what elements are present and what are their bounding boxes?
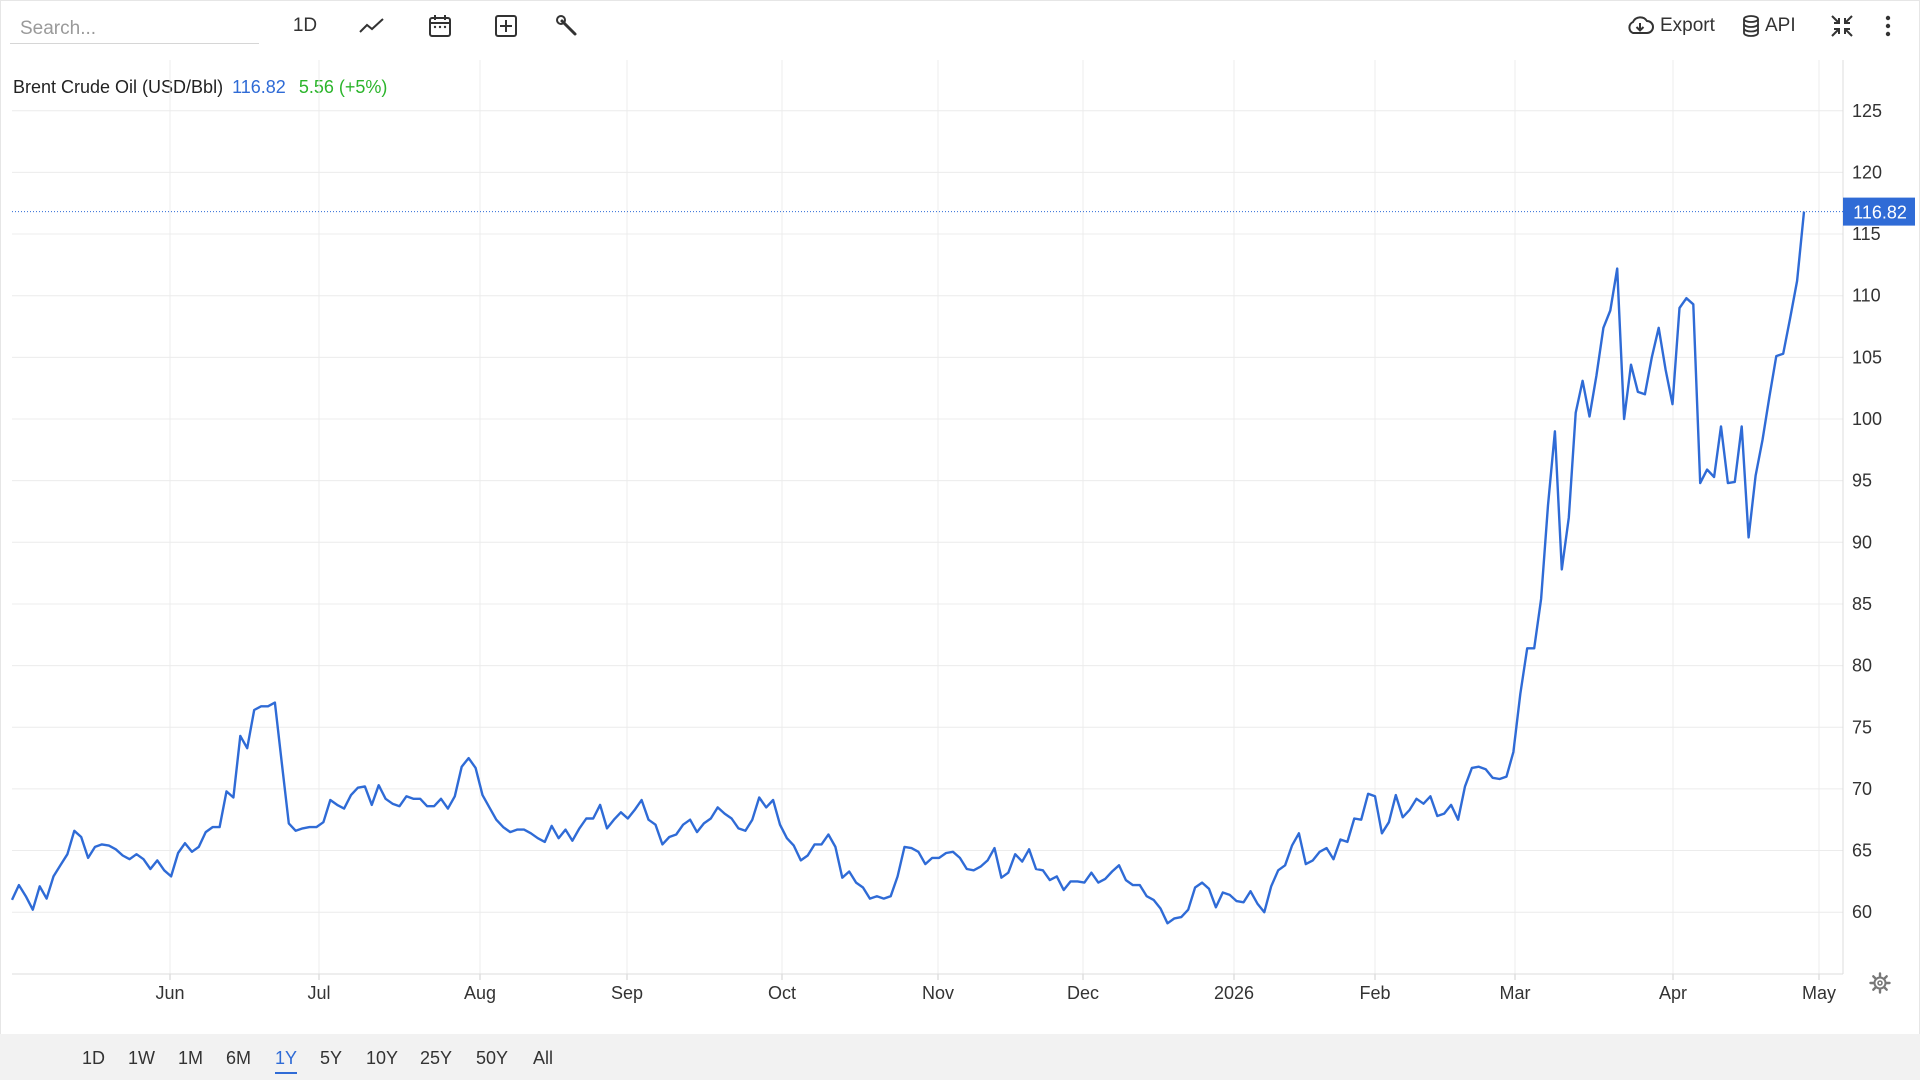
x-tick-label: Oct (768, 983, 796, 1003)
x-tick-label: Nov (922, 983, 954, 1003)
range-button-1w[interactable]: 1W (128, 1044, 155, 1072)
range-button-all[interactable]: All (533, 1044, 553, 1072)
y-tick-label: 105 (1852, 347, 1882, 367)
range-button-1m[interactable]: 1M (178, 1044, 203, 1072)
x-tick-label: Dec (1067, 983, 1099, 1003)
x-tick-label: Jul (307, 983, 330, 1003)
x-tick-label: Feb (1359, 983, 1390, 1003)
y-tick-label: 90 (1852, 532, 1872, 552)
x-tick-label: Sep (611, 983, 643, 1003)
range-button-5y[interactable]: 5Y (320, 1044, 342, 1072)
x-tick-label: 2026 (1214, 983, 1254, 1003)
last-price-marker: 116.82 (12, 197, 1915, 226)
y-tick-label: 75 (1852, 717, 1872, 737)
price-series-line (10, 211, 1806, 925)
range-selector: 1D 1W 1M 6M 1Y 5Y 10Y 25Y 50Y All (0, 1034, 1920, 1080)
series-layer (10, 211, 1806, 925)
x-tick-label: May (1802, 983, 1836, 1003)
y-tick-label: 65 (1852, 841, 1872, 861)
y-tick-label: 70 (1852, 779, 1872, 799)
range-button-10y[interactable]: 10Y (366, 1044, 398, 1072)
y-tick-label: 100 (1852, 409, 1882, 429)
y-tick-label: 95 (1852, 471, 1872, 491)
range-button-25y[interactable]: 25Y (420, 1044, 452, 1072)
last-price-label: 116.82 (1853, 203, 1907, 223)
range-button-6m[interactable]: 6M (226, 1044, 251, 1072)
y-tick-label: 115 (1852, 224, 1881, 244)
y-tick-label: 120 (1852, 162, 1882, 182)
x-tick-label: Aug (464, 983, 496, 1003)
y-tick-label: 125 (1852, 101, 1882, 121)
gear-icon (1869, 972, 1891, 994)
chart-settings-button[interactable] (1869, 972, 1891, 994)
y-tick-label: 110 (1852, 286, 1881, 306)
range-button-1d[interactable]: 1D (82, 1044, 105, 1072)
y-tick-label: 80 (1852, 656, 1872, 676)
x-tick-label: Apr (1659, 983, 1687, 1003)
range-button-1y[interactable]: 1Y (275, 1044, 298, 1074)
x-tick-label: Jun (155, 983, 184, 1003)
y-tick-label: 60 (1852, 902, 1872, 922)
y-tick-label: 85 (1852, 594, 1872, 614)
range-button-50y[interactable]: 50Y (476, 1044, 508, 1072)
x-axis: Jun Jul Aug Sep Oct Nov Dec 2026 Feb Mar Apr May (12, 973, 1843, 1003)
y-axis: 60 65 70 75 80 85 90 95 100 105 110 115 120 125 (1842, 60, 1882, 974)
x-tick-label: Mar (1500, 983, 1531, 1003)
price-chart[interactable]: 6065707580859095100105110115120125 Jun Ju… (0, 0, 1920, 1034)
